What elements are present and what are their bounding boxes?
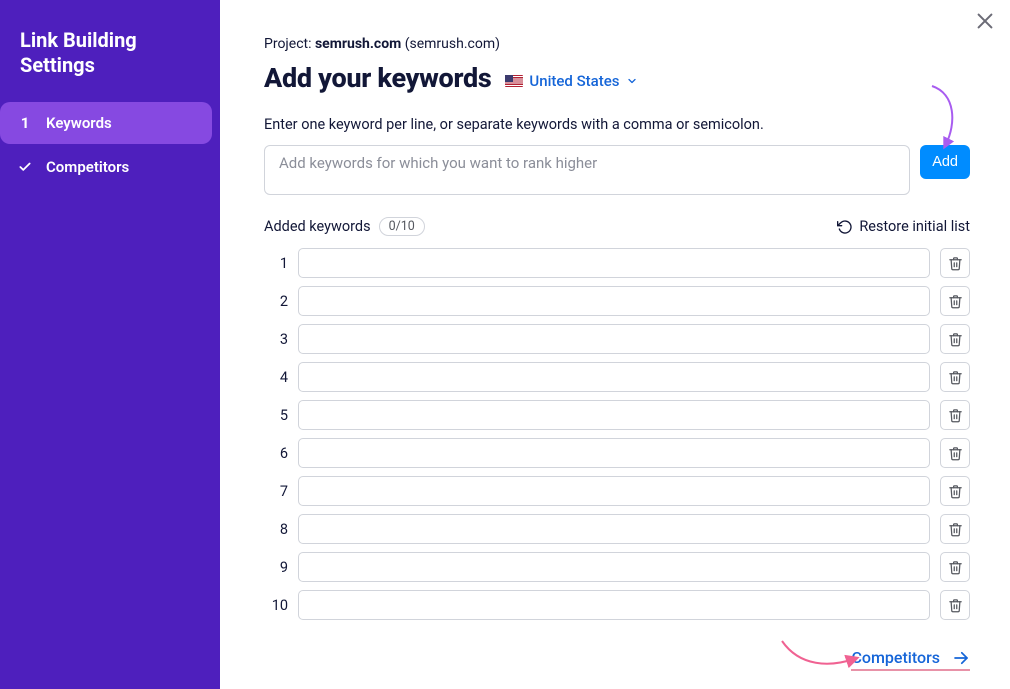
keyword-field[interactable] xyxy=(298,362,930,392)
trash-icon xyxy=(948,408,963,423)
trash-icon xyxy=(948,294,963,309)
restore-icon xyxy=(837,219,853,235)
check-icon xyxy=(18,160,32,174)
restore-initial-list[interactable]: Restore initial list xyxy=(837,218,970,235)
keyword-row: 6 xyxy=(264,438,970,468)
next-label: Competitors xyxy=(851,648,940,667)
delete-keyword-button[interactable] xyxy=(940,324,970,354)
instructions: Enter one keyword per line, or separate … xyxy=(264,116,970,133)
project-name: semrush.com xyxy=(315,36,401,52)
keyword-field[interactable] xyxy=(298,438,930,468)
keyword-row: 4 xyxy=(264,362,970,392)
added-label-text: Added keywords xyxy=(264,218,371,235)
page-title: Add your keywords xyxy=(264,62,491,94)
trash-icon xyxy=(948,522,963,537)
delete-keyword-button[interactable] xyxy=(940,514,970,544)
keyword-field[interactable] xyxy=(298,476,930,506)
trash-icon xyxy=(948,484,963,499)
keyword-row: 1 xyxy=(264,248,970,278)
chevron-down-icon xyxy=(626,75,638,87)
close-icon xyxy=(974,10,996,32)
sidebar-title: Link Building Settings xyxy=(0,0,220,102)
row-number: 5 xyxy=(264,407,288,424)
keyword-row: 5 xyxy=(264,400,970,430)
row-number: 6 xyxy=(264,445,288,462)
annotation-arrow-competitors xyxy=(780,639,860,673)
close-button[interactable] xyxy=(974,10,996,32)
delete-keyword-button[interactable] xyxy=(940,362,970,392)
row-number: 7 xyxy=(264,483,288,500)
keyword-field[interactable] xyxy=(298,514,930,544)
us-flag-icon xyxy=(505,75,523,87)
add-button[interactable]: Add xyxy=(920,145,970,179)
trash-icon xyxy=(948,446,963,461)
sidebar-item-label: Competitors xyxy=(46,158,129,176)
delete-keyword-button[interactable] xyxy=(940,438,970,468)
keyword-field[interactable] xyxy=(298,552,930,582)
next-competitors-link[interactable]: Competitors xyxy=(851,648,970,671)
main-panel: Project: semrush.com (semrush.com) Add y… xyxy=(220,0,1010,689)
project-line: Project: semrush.com (semrush.com) xyxy=(264,36,970,52)
keyword-field[interactable] xyxy=(298,286,930,316)
delete-keyword-button[interactable] xyxy=(940,286,970,316)
keyword-row: 2 xyxy=(264,286,970,316)
step-number: 1 xyxy=(18,114,32,132)
delete-keyword-button[interactable] xyxy=(940,400,970,430)
keyword-input[interactable] xyxy=(264,145,910,195)
keyword-row: 3 xyxy=(264,324,970,354)
project-domain: (semrush.com) xyxy=(401,36,500,52)
keyword-row: 10 xyxy=(264,590,970,620)
keyword-field[interactable] xyxy=(298,324,930,354)
added-count-pill: 0/10 xyxy=(379,217,425,236)
keyword-row: 7 xyxy=(264,476,970,506)
sidebar-item-competitors[interactable]: Competitors xyxy=(0,146,220,188)
delete-keyword-button[interactable] xyxy=(940,248,970,278)
keyword-rows: 1 2 3 4 5 6 7 8 9 10 xyxy=(264,248,970,620)
restore-label: Restore initial list xyxy=(859,218,970,235)
trash-icon xyxy=(948,256,963,271)
row-number: 2 xyxy=(264,293,288,310)
trash-icon xyxy=(948,560,963,575)
sidebar: Link Building Settings 1 Keywords Compet… xyxy=(0,0,220,689)
sidebar-item-keywords[interactable]: 1 Keywords xyxy=(0,102,212,144)
locale-selector[interactable]: United States xyxy=(505,72,637,90)
delete-keyword-button[interactable] xyxy=(940,590,970,620)
trash-icon xyxy=(948,598,963,613)
trash-icon xyxy=(948,370,963,385)
keyword-field[interactable] xyxy=(298,590,930,620)
row-number: 3 xyxy=(264,331,288,348)
locale-label: United States xyxy=(529,72,619,90)
delete-keyword-button[interactable] xyxy=(940,476,970,506)
row-number: 9 xyxy=(264,559,288,576)
delete-keyword-button[interactable] xyxy=(940,552,970,582)
keyword-row: 8 xyxy=(264,514,970,544)
added-keywords-label: Added keywords 0/10 xyxy=(264,217,425,236)
trash-icon xyxy=(948,332,963,347)
keyword-field[interactable] xyxy=(298,248,930,278)
keyword-row: 9 xyxy=(264,552,970,582)
row-number: 1 xyxy=(264,255,288,272)
arrow-right-icon xyxy=(952,649,970,667)
sidebar-item-label: Keywords xyxy=(46,114,112,132)
keyword-field[interactable] xyxy=(298,400,930,430)
row-number: 10 xyxy=(264,597,288,614)
row-number: 8 xyxy=(264,521,288,538)
row-number: 4 xyxy=(264,369,288,386)
project-prefix: Project: xyxy=(264,36,315,52)
